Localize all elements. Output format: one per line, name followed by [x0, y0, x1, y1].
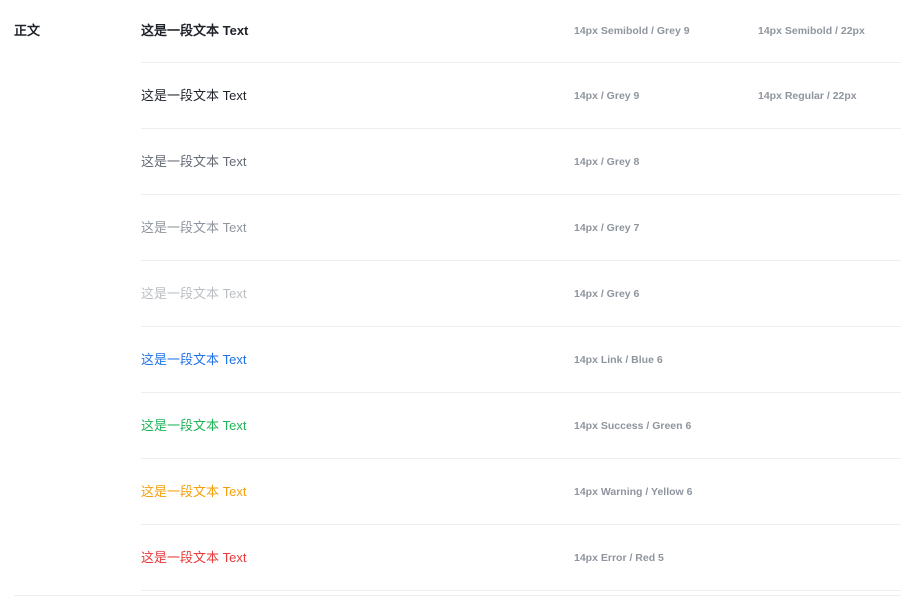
style-spec-label: 14px / Grey 6: [574, 287, 640, 300]
style-spec-label: 14px / Grey 9: [574, 89, 640, 102]
text-sample: 这是一段文本 Text: [141, 483, 247, 499]
text-sample: 这是一段文本 Text: [141, 285, 247, 301]
text-style-row: 这是一段文本 Text 14px / Grey 7: [141, 195, 901, 261]
text-style-list: 这是一段文本 Text 14px Semibold / Grey 9 14px Se…: [141, 0, 901, 591]
style-spec-label: 14px / Grey 7: [574, 221, 640, 234]
text-sample: 这是一段文本 Text: [141, 351, 247, 367]
style-spec-label: 14px Success / Green 6: [574, 419, 692, 432]
typography-spec-page: 正文 这是一段文本 Text 14px Semibold / Grey 9 14px…: [0, 0, 918, 604]
text-style-row: 这是一段文本 Text 14px Success / Green 6: [141, 393, 901, 459]
text-style-row: 这是一段文本 Text 14px / Grey 9 14px Regular / 2…: [141, 63, 901, 129]
text-sample: 这是一段文本 Text: [141, 417, 247, 433]
text-style-row: 这是一段文本 Text 14px Semibold / Grey 9 14px Se…: [141, 0, 901, 63]
text-style-row: 这是一段文本 Text 14px Link / Blue 6: [141, 327, 901, 393]
text-style-row: 这是一段文本 Text 14px / Grey 8: [141, 129, 901, 195]
text-style-row: 这是一段文本 Text 14px / Grey 6: [141, 261, 901, 327]
text-style-row: 这是一段文本 Text 14px Warning / Yellow 6: [141, 459, 901, 525]
style-spec-label: 14px / Grey 8: [574, 155, 640, 168]
style-metric-label: 14px Regular / 22px: [758, 89, 857, 102]
style-spec-label: 14px Warning / Yellow 6: [574, 485, 693, 498]
style-spec-label: 14px Link / Blue 6: [574, 353, 663, 366]
bottom-divider: [14, 595, 901, 596]
text-sample: 这是一段文本 Text: [141, 87, 247, 103]
style-spec-label: 14px Error / Red 5: [574, 551, 664, 564]
style-spec-label: 14px Semibold / Grey 9: [574, 25, 690, 37]
text-sample: 这是一段文本 Text: [141, 219, 247, 235]
text-sample: 这是一段文本 Text: [141, 153, 247, 169]
style-metric-label: 14px Semibold / 22px: [758, 25, 865, 37]
text-style-row: 这是一段文本 Text 14px Error / Red 5: [141, 525, 901, 591]
section-title: 正文: [14, 23, 41, 38]
text-sample: 这是一段文本 Text: [141, 549, 247, 565]
text-sample: 这是一段文本 Text: [141, 23, 249, 38]
